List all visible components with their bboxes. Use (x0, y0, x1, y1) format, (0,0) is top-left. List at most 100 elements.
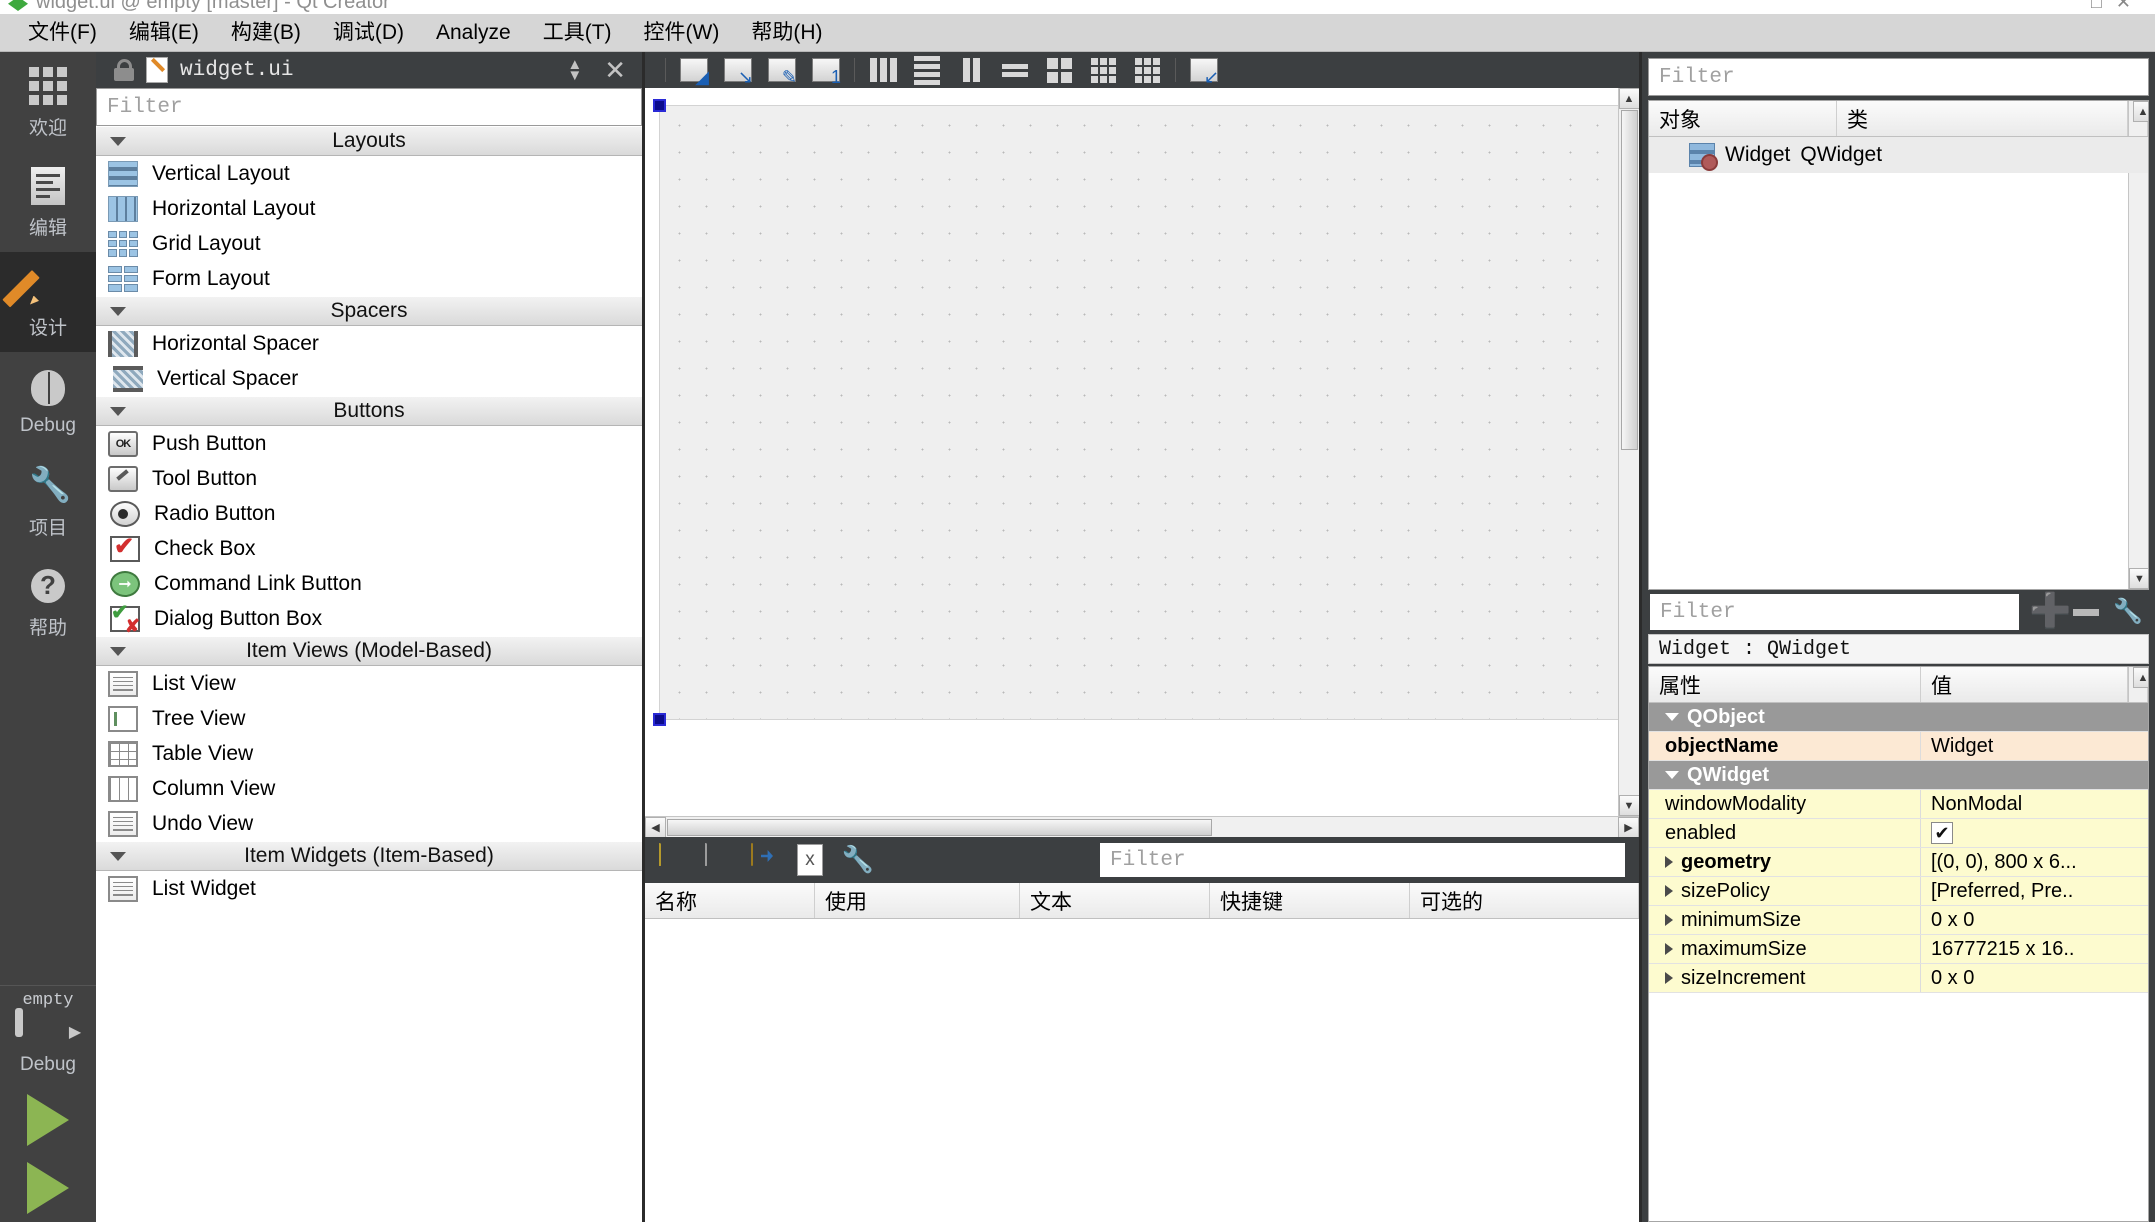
column-header-text[interactable]: 文本 (1020, 883, 1210, 918)
property-value[interactable]: 0 x 0 (1921, 906, 2148, 934)
property-editor-vscrollbar[interactable]: ▲ (2128, 667, 2148, 702)
menu-build[interactable]: 构建(B) (215, 16, 317, 50)
chevron-right-icon[interactable] (1665, 856, 1673, 868)
menu-edit[interactable]: 编辑(E) (113, 16, 215, 50)
object-inspector-vscrollbar[interactable]: ▲ (2128, 101, 2148, 136)
widget-item-radio-button[interactable]: Radio Button (96, 496, 642, 531)
property-value[interactable]: Widget (1921, 732, 2148, 760)
edit-signals-slots-icon[interactable]: ↘ (720, 55, 756, 86)
property-row-windowModality[interactable]: windowModality NonModal (1649, 790, 2148, 819)
menu-tools[interactable]: 工具(T) (527, 16, 628, 50)
edit-buddies-icon[interactable]: ✎ (764, 55, 800, 86)
scroll-left-icon[interactable]: ◀ (645, 816, 666, 838)
widget-item-dialog-button-box[interactable]: Dialog Button Box (96, 600, 642, 637)
resize-handle-bottom-left[interactable] (653, 713, 666, 726)
mode-help[interactable]: ? 帮助 (0, 552, 96, 652)
edit-widgets-icon[interactable]: ◢ (676, 55, 712, 86)
widget-item-column-view[interactable]: Column View (96, 771, 642, 806)
scroll-thumb[interactable] (1620, 110, 1638, 450)
scroll-down-icon[interactable]: ▼ (2129, 568, 2148, 589)
property-row-objectName[interactable]: objectName Widget (1649, 732, 2148, 761)
layout-splitter-vertical-icon[interactable] (997, 55, 1033, 85)
menu-analyze[interactable]: Analyze (420, 16, 527, 50)
open-file-name[interactable]: widget.ui (180, 59, 293, 82)
configure-property-icon[interactable]: 🔧 (2113, 597, 2147, 627)
property-editor-filter-input[interactable]: Filter (1650, 594, 2019, 630)
object-inspector-table[interactable]: 对象 类 ▲ Widget QWidget ▼ (1648, 100, 2149, 590)
chevron-right-icon[interactable] (1665, 943, 1673, 955)
mode-debug[interactable]: Debug (0, 352, 96, 452)
mode-edit[interactable]: 编辑 (0, 152, 96, 252)
layout-form-icon[interactable] (1041, 55, 1077, 85)
widget-item-horizontal-spacer[interactable]: Horizontal Spacer (96, 326, 642, 361)
close-icon[interactable]: ✕ (594, 55, 642, 86)
property-row-enabled[interactable]: enabled ✔ (1649, 819, 2148, 848)
object-inspector-filter-input[interactable]: Filter (1648, 58, 2149, 96)
form-widget[interactable] (653, 99, 1618, 726)
action-editor-filter-input[interactable]: Filter (1100, 843, 1625, 877)
layout-vertically-icon[interactable] (909, 55, 945, 85)
open-action-icon[interactable] (751, 843, 785, 876)
add-property-icon[interactable]: ➕ (2029, 594, 2071, 628)
property-value[interactable]: [(0, 0), 800 x 6... (1921, 848, 2148, 876)
scroll-up-icon[interactable]: ▲ (2132, 101, 2148, 122)
unlock-icon[interactable] (114, 59, 134, 81)
widget-item-table-view[interactable]: Table View (96, 736, 642, 771)
copy-action-icon[interactable] (705, 843, 739, 876)
property-value[interactable]: 16777215 x 16.. (1921, 935, 2148, 963)
column-header-value[interactable]: 值 (1921, 667, 2128, 702)
property-value[interactable]: 0 x 0 (1921, 964, 2148, 992)
column-header-checkable[interactable]: 可选的 (1410, 883, 1639, 918)
hscroll-thumb[interactable] (667, 818, 1212, 836)
mode-welcome[interactable]: 欢迎 (0, 52, 96, 152)
kit-selector[interactable]: empty ▶ Debug (0, 985, 96, 1214)
run-button[interactable] (27, 1094, 69, 1146)
remove-property-icon[interactable] (2073, 597, 2103, 627)
widget-category-buttons[interactable]: Buttons (96, 396, 642, 426)
column-header-object[interactable]: 对象 (1649, 101, 1837, 136)
adjust-size-icon[interactable]: ↙ (1186, 55, 1222, 86)
window-controls[interactable]: □✕ (2091, 0, 2145, 13)
debug-button[interactable] (27, 1162, 69, 1214)
widget-item-command-link-button[interactable]: ➞ Command Link Button (96, 566, 642, 601)
object-inspector-row-widget[interactable]: Widget QWidget (1649, 137, 2148, 173)
layout-splitter-horizontal-icon[interactable] (953, 55, 989, 85)
menu-help[interactable]: 帮助(H) (735, 16, 838, 50)
delete-action-icon[interactable]: x (797, 844, 831, 876)
widget-category-item-views[interactable]: Item Views (Model-Based) (96, 636, 642, 666)
widget-category-item-widgets[interactable]: Item Widgets (Item-Based) (96, 841, 642, 871)
widget-item-check-box[interactable]: Check Box (96, 531, 642, 566)
chevron-right-icon[interactable] (1665, 914, 1673, 926)
column-header-property[interactable]: 属性 (1649, 667, 1921, 702)
widget-category-spacers[interactable]: Spacers (96, 296, 642, 326)
property-row-sizeIncrement[interactable]: sizeIncrement 0 x 0 (1649, 964, 2148, 993)
new-action-icon[interactable] (659, 843, 693, 876)
column-header-name[interactable]: 名称 (645, 883, 815, 918)
mode-design[interactable]: 设计 (0, 252, 96, 352)
widget-item-form-layout[interactable]: Form Layout (96, 261, 642, 296)
widget-item-push-button[interactable]: OK Push Button (96, 426, 642, 461)
resize-handle-top-left[interactable] (653, 99, 666, 112)
enabled-checkbox[interactable]: ✔ (1931, 822, 1953, 844)
menu-widgets[interactable]: 控件(W) (628, 16, 736, 50)
canvas-horizontal-scrollbar[interactable]: ◀ ▶ (645, 816, 1639, 838)
scroll-down-icon[interactable]: ▼ (1618, 795, 1640, 816)
widget-item-horizontal-layout[interactable]: Horizontal Layout (96, 191, 642, 226)
edit-tab-order-icon[interactable]: 1 (808, 55, 844, 86)
column-header-class[interactable]: 类 (1837, 101, 2128, 136)
chevron-right-icon[interactable] (1665, 885, 1673, 897)
property-row-sizePolicy[interactable]: sizePolicy [Preferred, Pre.. (1649, 877, 2148, 906)
column-header-shortcut[interactable]: 快捷键 (1210, 883, 1410, 918)
widget-item-list-view[interactable]: List View (96, 666, 642, 701)
layout-horizontally-icon[interactable] (865, 55, 901, 85)
widget-category-layouts[interactable]: Layouts (96, 126, 642, 156)
property-value[interactable]: [Preferred, Pre.. (1921, 877, 2148, 905)
property-editor-table[interactable]: 属性 值 ▲ QObject objectName Widget QWidget (1648, 666, 2149, 1222)
widget-item-list-widget[interactable]: List Widget (96, 871, 642, 906)
chevron-right-icon[interactable] (1665, 972, 1673, 984)
canvas-vertical-scrollbar[interactable]: ▲ ▼ (1618, 88, 1640, 816)
scroll-up-icon[interactable]: ▲ (2132, 667, 2148, 688)
widget-item-grid-layout[interactable]: Grid Layout (96, 226, 642, 261)
widget-box-list[interactable]: Layouts Vertical Layout Horizontal Layou… (96, 126, 642, 1222)
menu-debug[interactable]: 调试(D) (317, 16, 420, 50)
